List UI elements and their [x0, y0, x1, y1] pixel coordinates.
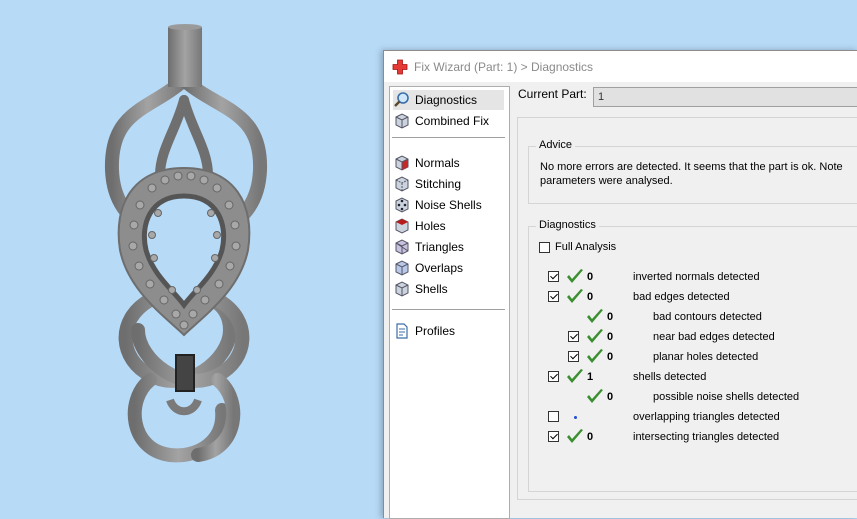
nav-item-overlaps[interactable]: Overlaps [393, 258, 463, 278]
diagnostics-panel: Advice No more errors are detected. It s… [517, 117, 857, 500]
shells-cube-icon [395, 281, 409, 297]
diagnostic-count: 0 [607, 391, 614, 403]
diagnostic-row: 0 planar holes detected [529, 348, 857, 366]
current-part-label: Current Part: [518, 87, 587, 101]
nav-item-profiles[interactable]: Profiles [393, 321, 455, 341]
diagnostic-row: 0 possible noise shells detected [529, 388, 857, 406]
nav-label: Combined Fix [415, 114, 490, 128]
dialog-title: Fix Wizard (Part: 1) > Diagnostics [414, 59, 594, 74]
diagnostic-row: 0 near bad edges detected [529, 328, 857, 346]
diagnostic-row: 1 shells detected [529, 368, 857, 386]
full-analysis-checkbox[interactable] [539, 241, 550, 253]
diagnostics-page: Current Part: 1 Advice No more errors ar… [517, 82, 857, 518]
diagnostic-count: 0 [587, 271, 594, 283]
green-check-icon [587, 349, 603, 363]
diagnostic-description: shells detected [633, 371, 707, 383]
magnifier-icon [394, 92, 409, 107]
diagnostic-checkbox[interactable] [548, 431, 559, 442]
diagnostic-checkbox[interactable] [568, 331, 579, 342]
nav-item-triangles[interactable]: Triangles [393, 237, 464, 257]
noise-shells-cube-icon [395, 197, 409, 213]
triangles-cube-icon [395, 239, 409, 255]
nav-item-combined-fix[interactable]: Combined Fix [393, 111, 489, 131]
diagnostic-count: 0 [587, 291, 594, 303]
diagnostic-description: bad edges detected [633, 291, 730, 303]
diagnostic-checkbox[interactable] [548, 411, 559, 422]
diagnostic-description: near bad edges detected [653, 331, 775, 343]
holes-cube-icon [395, 218, 409, 234]
diagnostic-description: bad contours detected [653, 311, 762, 323]
diagnostic-description: possible noise shells detected [653, 391, 800, 403]
combined-fix-cube-icon [395, 113, 409, 129]
diagnostic-checkbox[interactable] [548, 291, 559, 302]
diagnostic-checkbox[interactable] [548, 271, 559, 282]
nav-divider [392, 137, 505, 138]
diagnostic-row: 0 intersecting triangles detected [529, 428, 857, 446]
nav-label: Holes [415, 219, 446, 233]
nav-divider [392, 309, 505, 310]
advice-text: No more errors are detected. It seems th… [540, 160, 857, 188]
diagnostic-count: 1 [587, 371, 594, 383]
wizard-nav: Diagnostics Combined Fix Normals Stitchi… [389, 86, 510, 519]
diagnostic-count: 0 [607, 311, 614, 323]
red-cross-icon [392, 59, 408, 74]
diagnostic-description: inverted normals detected [633, 271, 760, 283]
diagnostic-row: overlapping triangles detected [529, 408, 857, 426]
nav-item-noise-shells[interactable]: Noise Shells [393, 195, 482, 215]
nav-label: Diagnostics [415, 93, 478, 107]
green-check-icon [567, 269, 583, 283]
nav-label: Normals [415, 156, 460, 170]
nav-label: Overlaps [415, 261, 464, 275]
profiles-document-icon [396, 323, 408, 339]
diagnostic-count: 0 [607, 351, 614, 363]
nav-label: Profiles [415, 324, 456, 338]
diagnostic-count: 0 [607, 331, 614, 343]
green-check-icon [587, 329, 603, 343]
nav-item-diagnostics[interactable]: Diagnostics [393, 90, 504, 110]
advice-label: Advice [536, 139, 576, 151]
diagnostics-group: Diagnostics Full Analysis 0 inverted norm… [528, 219, 857, 492]
diagnostic-description: overlapping triangles detected [633, 411, 780, 423]
full-analysis-row[interactable]: Full Analysis [539, 241, 616, 253]
nav-label: Shells [415, 282, 448, 296]
advice-line-1: No more errors are detected. It seems th… [540, 161, 843, 173]
advice-group: Advice No more errors are detected. It s… [528, 139, 857, 204]
diagnostic-row: 0 bad contours detected [529, 308, 857, 326]
nav-label: Triangles [415, 240, 464, 254]
green-check-icon [587, 309, 603, 323]
full-analysis-label: Full Analysis [555, 241, 617, 253]
fix-wizard-dialog: Fix Wizard (Part: 1) > Diagnostics Diagn… [383, 50, 857, 519]
pending-dot-icon [574, 416, 577, 419]
advice-line-2: parameters were analysed. [540, 175, 673, 187]
diagnostic-description: intersecting triangles detected [633, 431, 780, 443]
pendant-model[interactable] [0, 0, 383, 517]
overlaps-cube-icon [395, 260, 409, 276]
green-check-icon [567, 429, 583, 443]
diagnostic-row: 0 inverted normals detected [529, 268, 857, 286]
nav-label: Noise Shells [415, 198, 482, 212]
normals-cube-icon [395, 155, 409, 171]
nav-item-holes[interactable]: Holes [393, 216, 446, 236]
diagnostic-checkbox[interactable] [548, 371, 559, 382]
diagnostics-label: Diagnostics [536, 219, 599, 231]
current-part-field[interactable]: 1 [593, 87, 857, 107]
nav-item-stitching[interactable]: Stitching [393, 174, 461, 194]
green-check-icon [567, 369, 583, 383]
diagnostic-count: 0 [587, 431, 594, 443]
diagnostic-checkbox[interactable] [568, 351, 579, 362]
nav-item-normals[interactable]: Normals [393, 153, 460, 173]
stitching-cube-icon [395, 176, 409, 192]
title-bar[interactable]: Fix Wizard (Part: 1) > Diagnostics [384, 51, 857, 82]
diagnostic-description: planar holes detected [653, 351, 759, 363]
nav-label: Stitching [415, 177, 462, 191]
green-check-icon [587, 389, 603, 403]
green-check-icon [567, 289, 583, 303]
nav-item-shells[interactable]: Shells [393, 279, 448, 299]
diagnostic-row: 0 bad edges detected [529, 288, 857, 306]
